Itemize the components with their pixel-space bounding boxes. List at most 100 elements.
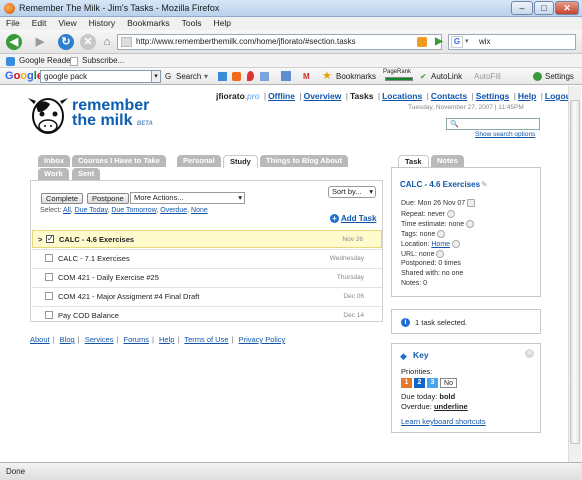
- search-engine-dropdown-icon[interactable]: ▾: [465, 35, 469, 49]
- nav-help[interactable]: Help: [518, 91, 536, 101]
- settings-button[interactable]: Settings: [545, 68, 574, 85]
- sort-by-select[interactable]: Sort by... ▾: [328, 186, 376, 198]
- google-search-input[interactable]: google pack: [40, 70, 160, 83]
- select-all-link[interactable]: All: [63, 207, 71, 214]
- maps-pin-icon[interactable]: [247, 71, 254, 81]
- footer-privacy[interactable]: Privacy Policy: [239, 335, 286, 344]
- nav-settings[interactable]: Settings: [476, 91, 510, 101]
- gmail-icon[interactable]: M: [303, 68, 310, 85]
- blogger-icon[interactable]: [232, 72, 241, 81]
- task-row[interactable]: COM 421 - Daily Exercise #25 Thursday: [32, 268, 382, 286]
- task-url-field[interactable]: URL: none: [401, 250, 445, 258]
- menu-history[interactable]: History: [89, 17, 115, 30]
- search-dropdown-icon[interactable]: ▾: [204, 68, 208, 85]
- settings-icon[interactable]: [533, 72, 542, 81]
- task-location-link[interactable]: Home: [431, 241, 450, 248]
- menu-view[interactable]: View: [58, 17, 76, 30]
- menu-edit[interactable]: Edit: [32, 17, 47, 30]
- tab-things-to-blog[interactable]: Things to Blog About: [260, 155, 348, 167]
- menu-tools[interactable]: Tools: [182, 17, 202, 30]
- menu-help[interactable]: Help: [213, 17, 230, 30]
- stop-icon[interactable]: ✕: [80, 34, 96, 50]
- task-estimate-field[interactable]: Time estimate: none: [401, 220, 475, 228]
- calendar-icon[interactable]: [467, 199, 476, 207]
- task-checkbox[interactable]: [45, 311, 53, 319]
- task-details-title[interactable]: CALC - 4.6 Exercises: [400, 180, 480, 189]
- google-search-engine-icon[interactable]: G: [451, 36, 463, 48]
- translate-icon[interactable]: [260, 72, 269, 81]
- gadget-icon[interactable]: [281, 71, 291, 81]
- tab-courses[interactable]: Courses I Have to Take: [72, 155, 166, 167]
- task-due-field[interactable]: Due: Mon 26 Nov 07: [401, 199, 476, 207]
- show-search-options-link[interactable]: Show search options: [475, 131, 535, 138]
- menu-bookmarks[interactable]: Bookmarks: [127, 17, 170, 30]
- task-row[interactable]: CALC - 7.1 Exercises Wednesday: [32, 249, 382, 267]
- rss-feed-icon[interactable]: [417, 37, 427, 47]
- tab-work[interactable]: Work: [38, 168, 69, 180]
- nav-overview[interactable]: Overview: [304, 91, 342, 101]
- add-task-button[interactable]: + Add Task: [330, 214, 376, 223]
- nav-locations[interactable]: Locations: [382, 91, 422, 101]
- task-checkbox[interactable]: [45, 292, 53, 300]
- tab-sent[interactable]: Sent: [72, 168, 101, 180]
- footer-terms[interactable]: Terms of Use: [184, 335, 228, 344]
- select-due-tomorrow-link[interactable]: Due Tomorrow: [111, 207, 156, 214]
- nav-contacts[interactable]: Contacts: [431, 91, 467, 101]
- tab-inbox[interactable]: Inbox: [38, 155, 70, 167]
- tab-personal[interactable]: Personal: [177, 155, 221, 167]
- footer-forums[interactable]: Forums: [124, 335, 149, 344]
- reload-icon[interactable]: ↻: [58, 34, 74, 50]
- task-row[interactable]: Pay COD Balance Dec 14: [32, 306, 382, 324]
- star-bookmark-icon[interactable]: ★: [322, 68, 332, 85]
- task-checkbox[interactable]: [45, 254, 53, 262]
- google-search-button[interactable]: Search: [176, 68, 201, 85]
- rtm-search-input[interactable]: 🔍: [446, 118, 540, 130]
- tab-study[interactable]: Study: [223, 155, 258, 168]
- keyboard-shortcuts-link[interactable]: Learn keyboard shortcuts: [401, 417, 486, 426]
- select-overdue-link[interactable]: Overdue: [160, 207, 187, 214]
- rtm-logo[interactable]: remember the milk BETA: [28, 92, 158, 152]
- task-repeat-field[interactable]: Repeat: never: [401, 210, 455, 218]
- search-field[interactable]: G ▾ wix: [448, 34, 576, 50]
- minimize-button[interactable]: –: [511, 1, 533, 15]
- footer-about[interactable]: About: [30, 335, 50, 344]
- task-tags-field[interactable]: Tags: none: [401, 230, 446, 238]
- forward-arrow-icon[interactable]: ▶: [32, 34, 48, 50]
- close-key-icon[interactable]: ✕: [525, 349, 534, 358]
- home-icon[interactable]: ⌂: [99, 34, 115, 50]
- toolbar-button-icon[interactable]: [218, 72, 227, 81]
- close-window-button[interactable]: ✕: [555, 1, 579, 15]
- nav-offline[interactable]: Offline: [268, 91, 295, 101]
- footer-blog[interactable]: Blog: [60, 335, 75, 344]
- autolink-icon[interactable]: ✔: [420, 68, 427, 85]
- menu-file[interactable]: File: [6, 17, 20, 30]
- autofill-button[interactable]: AutoFill: [474, 68, 501, 85]
- scrollbar-thumb[interactable]: [570, 100, 580, 444]
- task-location-field[interactable]: Location: Home: [401, 240, 461, 248]
- google-input-dropdown-icon[interactable]: ▾: [151, 70, 161, 83]
- postpone-button[interactable]: Postpone: [87, 193, 129, 204]
- task-checkbox[interactable]: [45, 273, 53, 281]
- bookmarks-button[interactable]: Bookmarks: [336, 68, 376, 85]
- footer-help[interactable]: Help: [159, 335, 174, 344]
- bookmark-subscribe[interactable]: Subscribe...: [82, 54, 124, 68]
- maximize-button[interactable]: □: [534, 1, 554, 15]
- address-bar[interactable]: http://www.rememberthemilk.com/home/jfio…: [117, 34, 442, 50]
- task-row[interactable]: COM 421 - Major Assigment #4 Final Draft…: [32, 287, 382, 305]
- task-checkbox[interactable]: ✓: [46, 234, 54, 243]
- page-scrollbar[interactable]: [568, 86, 581, 462]
- select-none-link[interactable]: None: [191, 207, 208, 214]
- more-actions-select[interactable]: More Actions... ▾: [130, 192, 245, 204]
- task-row[interactable]: > ✓ CALC - 4.6 Exercises Nov 26: [32, 230, 382, 248]
- autolink-button[interactable]: AutoLink: [431, 68, 462, 85]
- footer-services[interactable]: Services: [85, 335, 114, 344]
- google-search-icon[interactable]: G: [165, 68, 171, 85]
- bookmark-google-reader[interactable]: Google Reader: [19, 54, 73, 68]
- pencil-icon[interactable]: ✎: [481, 180, 488, 189]
- tab-notes[interactable]: Notes: [431, 155, 464, 167]
- go-arrow-icon[interactable]: ▶: [431, 34, 447, 50]
- select-due-today-link[interactable]: Due Today: [75, 207, 108, 214]
- complete-button[interactable]: Complete: [41, 193, 84, 204]
- nav-tasks[interactable]: Tasks: [350, 91, 373, 101]
- back-arrow-icon[interactable]: ◀: [6, 34, 22, 50]
